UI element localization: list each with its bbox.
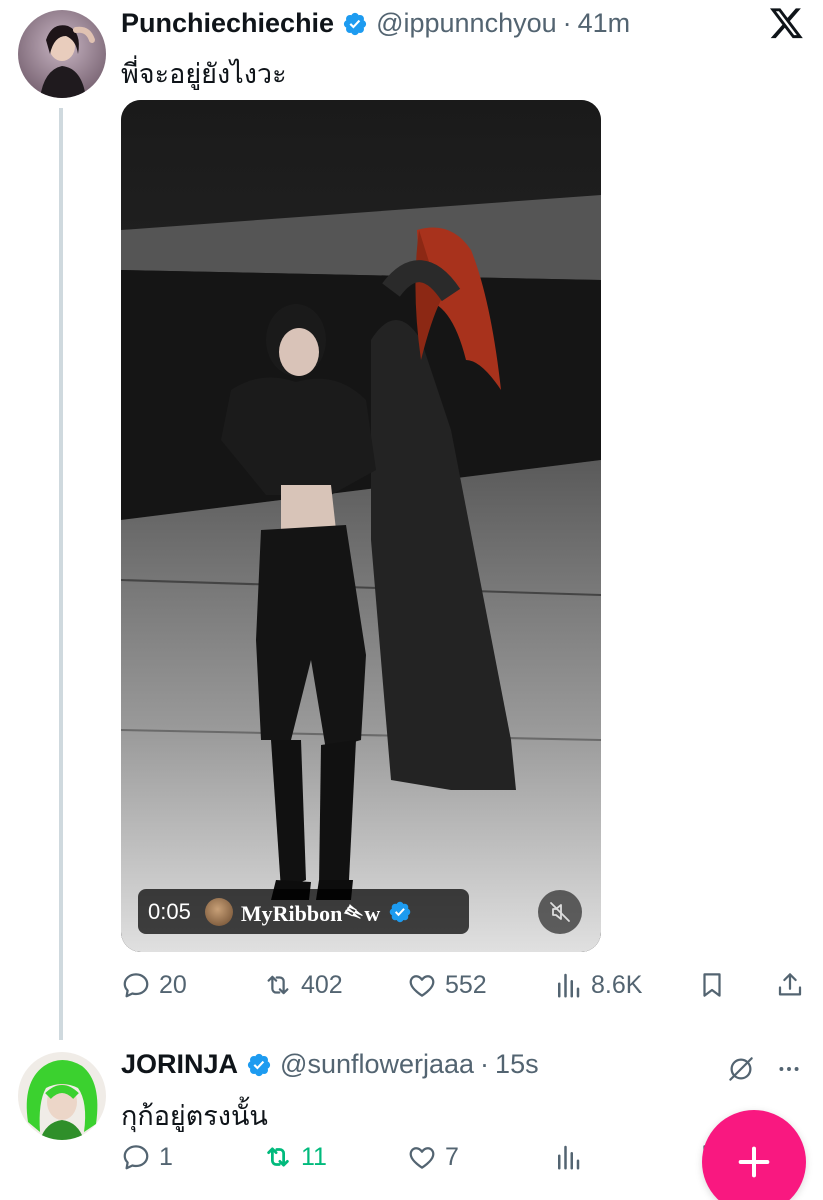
more-dots-icon: [779, 1067, 799, 1071]
reply-header: JORINJA @sunflowerjaaa · 15s: [121, 1049, 539, 1080]
author-display-name[interactable]: Punchiechiechie: [121, 8, 334, 39]
video-time-label: 0:05: [148, 898, 191, 924]
repost-count: 402: [301, 970, 343, 999]
reply-count: 20: [159, 970, 187, 999]
share-button[interactable]: [775, 970, 805, 1000]
reply-timestamp[interactable]: 15s: [495, 1049, 539, 1080]
share-upload-icon: [778, 973, 802, 996]
reply-verified-badge-icon: [246, 1052, 272, 1078]
views-button[interactable]: 8.6K: [553, 970, 642, 1000]
speech-bubble-icon: [123, 973, 149, 998]
heart-icon: [409, 975, 435, 997]
repost-arrows-icon: [267, 975, 289, 995]
tweet-header: Punchiechiechie @ippunnchyou · 41m: [121, 8, 630, 39]
thread-connector-line: [59, 108, 63, 1040]
separator-dot: ·: [480, 1049, 490, 1079]
bar-chart-icon: [558, 1145, 580, 1170]
bookmark-button[interactable]: [697, 970, 727, 1000]
reply-reply-count: 1: [159, 1142, 173, 1171]
repost-button[interactable]: 402: [263, 970, 343, 1000]
bookmark-icon: [703, 973, 721, 997]
reply-repost-count: 11: [301, 1142, 327, 1171]
grok-button[interactable]: [722, 1050, 760, 1088]
like-count: 552: [445, 970, 487, 999]
author-avatar[interactable]: [18, 10, 106, 98]
reply-like-button[interactable]: 7: [407, 1142, 459, 1172]
reply-views-button[interactable]: [553, 1142, 583, 1172]
author-handle[interactable]: @ippunnchyou: [376, 8, 557, 39]
reply-reply-button[interactable]: 1: [121, 1142, 173, 1172]
reply-author-avatar[interactable]: [18, 1052, 106, 1140]
heart-icon: [409, 1147, 435, 1169]
reply-author-handle[interactable]: @sunflowerjaaa: [280, 1049, 474, 1080]
verified-badge-icon: [342, 11, 368, 37]
slashed-circle-icon: [729, 1057, 753, 1081]
video-frame-image: [121, 100, 601, 952]
reply-like-count: 7: [445, 1142, 459, 1171]
video-owner-name[interactable]: MyRibbon𒑍w: [241, 887, 381, 937]
video-info-pill[interactable]: 0:05 MyRibbon𒑍w: [138, 889, 469, 934]
bar-chart-icon: [558, 973, 580, 998]
reply-text: กุก้อยู่ตรงนั้น: [121, 1101, 268, 1132]
video-owner-avatar: [204, 897, 233, 926]
tweet-text: พี่จะอยู่ยังไงวะ: [121, 59, 287, 90]
views-count: 8.6K: [591, 970, 643, 999]
speaker-muted-icon: [550, 902, 570, 922]
plus-icon: [738, 1146, 770, 1178]
separator-dot: ·: [562, 8, 572, 38]
tweet-timestamp[interactable]: 41m: [578, 8, 631, 39]
x-logo-icon[interactable]: [770, 8, 804, 40]
video-owner-verified-icon: [388, 900, 412, 924]
reply-repost-button[interactable]: 11: [263, 1142, 327, 1172]
mute-toggle-button[interactable]: [538, 890, 582, 934]
repost-arrows-icon: [267, 1147, 289, 1167]
compose-fab-button[interactable]: [702, 1110, 806, 1200]
speech-bubble-icon: [123, 1145, 149, 1170]
reply-button[interactable]: 20: [121, 970, 187, 1000]
like-button[interactable]: 552: [407, 970, 487, 1000]
reply-author-display-name[interactable]: JORINJA: [121, 1049, 238, 1080]
tweet-video[interactable]: [121, 100, 601, 952]
more-options-button[interactable]: [770, 1050, 808, 1088]
